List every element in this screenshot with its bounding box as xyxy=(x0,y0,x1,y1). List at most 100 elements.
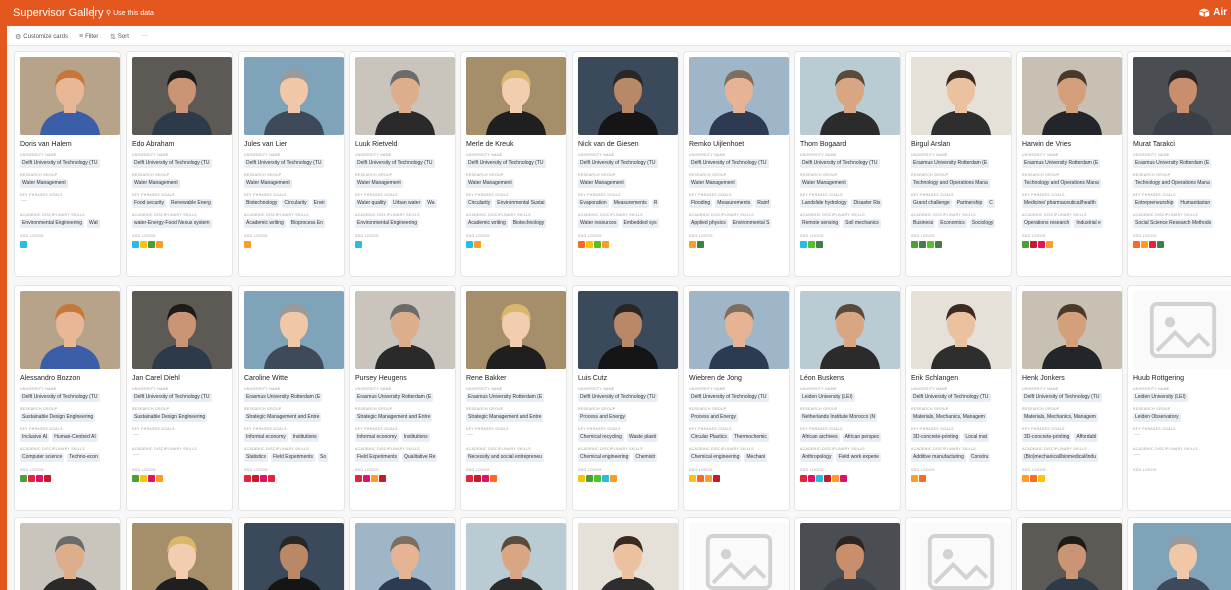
supervisor-card[interactable]: Pursey Heugens University name Erasmus Uni… xyxy=(350,286,455,510)
chip: Circularity xyxy=(466,199,493,208)
chip: Erasmus University Rotterdam (E xyxy=(911,159,990,168)
supervisor-card[interactable]: Erik Schlangen University name Delft Unive… xyxy=(906,286,1011,510)
supervisor-card[interactable]: Luis Cutz University name Delft University… xyxy=(573,286,678,510)
chip: Circularity xyxy=(282,199,309,208)
sort-button[interactable]: ⇅ Sort xyxy=(110,33,129,41)
chip: Leiden University (LEI) xyxy=(800,393,855,402)
chip: Computer science xyxy=(20,453,65,462)
skills-value: Environmental Engineering Wat xyxy=(20,219,118,228)
sdg-icon xyxy=(1022,475,1029,482)
supervisor-card[interactable]: Thom Bogaard University name Delft Univers… xyxy=(795,52,900,276)
supervisor-card[interactable]: Birgul Arslan University name Erasmus Univ… xyxy=(906,52,1011,276)
chip: Academic writing xyxy=(466,219,508,228)
skills-value: Computer science Techno-econ xyxy=(20,453,118,462)
supervisor-card[interactable]: Léon Buskens University name Leiden Univer… xyxy=(795,286,900,510)
sdg-icon xyxy=(578,475,585,482)
university-value: Erasmus University Rotterdam (E xyxy=(911,159,1009,168)
supervisor-card[interactable]: Jan Carel Diehl University name Delft Univ… xyxy=(127,286,232,510)
supervisor-card[interactable] xyxy=(1128,518,1231,590)
supervisor-name: Rene Bakker xyxy=(466,375,507,382)
chip: Urban water xyxy=(391,199,423,208)
profile-photo xyxy=(800,291,900,369)
key-phrases-value: Flooding Measurements Rainf xyxy=(689,199,787,208)
use-this-data-link[interactable]: ⚲ Use this data xyxy=(106,9,154,17)
person-portrait xyxy=(20,57,120,135)
chip: Rainf xyxy=(755,199,771,208)
supervisor-card[interactable]: Murat Tarakci University name Erasmus Univ… xyxy=(1128,52,1231,276)
skills-label: Academic disciplinary skills xyxy=(1133,447,1198,451)
supervisor-card[interactable] xyxy=(239,518,344,590)
supervisor-card[interactable] xyxy=(15,518,120,590)
supervisor-card[interactable]: Caroline Witte University name Erasmus Uni… xyxy=(239,286,344,510)
sdg-icon xyxy=(816,241,823,248)
sdg-logos xyxy=(578,241,609,248)
supervisor-card[interactable]: Henk Jonkers University name Delft Univers… xyxy=(1017,286,1122,510)
supervisor-card[interactable] xyxy=(684,518,789,590)
supervisor-card[interactable]: Huub Rottgering University name Leiden Uni… xyxy=(1128,286,1231,510)
supervisor-card[interactable] xyxy=(906,518,1011,590)
airtable-icon xyxy=(1199,8,1210,17)
research-group-value: Technology and Operations Mana xyxy=(911,179,1009,188)
person-portrait xyxy=(355,523,455,590)
supervisor-card[interactable] xyxy=(127,518,232,590)
supervisor-card[interactable]: Luuk Rietveld University name Delft Univer… xyxy=(350,52,455,276)
supervisor-card[interactable]: Jules van Lier University name Delft Unive… xyxy=(239,52,344,276)
research-group-value: Sustainable Design Engineering xyxy=(20,413,118,422)
key-phrases-value: Entrepreneurship Humanitarian xyxy=(1133,199,1231,208)
research-group-label: Research group xyxy=(689,407,727,411)
key-phrases-label: Key phrases goals xyxy=(1133,427,1176,431)
chip: Academic writing xyxy=(244,219,286,228)
customize-cards-button[interactable]: ⚙ Customize cards xyxy=(15,33,68,41)
supervisor-card[interactable] xyxy=(350,518,455,590)
chip: Circular Plastics xyxy=(689,433,729,442)
chip: Human-Centred AI xyxy=(52,433,98,442)
sdg-icon xyxy=(490,475,497,482)
sdg-icon xyxy=(1038,475,1045,482)
university-value: Delft University of Technology (TU xyxy=(689,159,787,168)
empty-value: — xyxy=(133,452,139,458)
research-group-value: Water Management xyxy=(800,179,898,188)
more-options-button[interactable]: ··· xyxy=(142,33,148,39)
supervisor-card[interactable]: Rene Bakker University name Erasmus Univer… xyxy=(461,286,566,510)
key-phrases-label: Key phrases goals xyxy=(466,193,509,197)
sdg-icon xyxy=(156,475,163,482)
profile-photo xyxy=(689,523,789,590)
supervisor-card[interactable] xyxy=(461,518,566,590)
supervisor-card[interactable]: Merle de Kreuk University name Delft Unive… xyxy=(461,52,566,276)
chip: Evaporation xyxy=(578,199,609,208)
sdg-label: SDG logos xyxy=(132,234,156,238)
supervisor-card[interactable]: Doris van Halem University name Delft Univ… xyxy=(15,52,120,276)
person-portrait xyxy=(578,57,678,135)
supervisor-card[interactable]: Remko Uijlenhoet University name Delft Uni… xyxy=(684,52,789,276)
sdg-logos xyxy=(132,475,163,482)
person-portrait xyxy=(1022,523,1122,590)
key-phrases-value: African archives African perspec xyxy=(800,433,898,442)
person-portrait xyxy=(689,57,789,135)
chip: Medicine/ pharmaceutical/health xyxy=(1022,199,1098,208)
filter-button[interactable]: ≡ Filter xyxy=(79,33,98,40)
supervisor-card[interactable] xyxy=(795,518,900,590)
sdg-icon xyxy=(148,475,155,482)
chip: Leiden University (LEI) xyxy=(1133,393,1188,402)
chip: Delft University of Technology (TU xyxy=(689,393,769,402)
supervisor-card[interactable]: Alessandro Bozzon University name Delft Un… xyxy=(15,286,120,510)
chip: Strategic Management and Entre xyxy=(244,413,322,422)
university-label: University name xyxy=(911,387,948,391)
supervisor-card[interactable]: Nick van de Giesen University name Delft U… xyxy=(573,52,678,276)
profile-photo xyxy=(244,291,344,369)
supervisor-card[interactable]: Edo Abraham University name Delft Universi… xyxy=(127,52,232,276)
app-title: Supervisor Gallery xyxy=(13,7,104,19)
person-portrait xyxy=(244,57,344,135)
airtable-logo[interactable]: Air xyxy=(1199,7,1227,18)
supervisor-card[interactable] xyxy=(1017,518,1122,590)
sdg-logos xyxy=(355,475,386,482)
supervisor-card[interactable] xyxy=(573,518,678,590)
sdg-logos xyxy=(20,241,27,248)
sdg-label: SDG logos xyxy=(466,468,490,472)
supervisor-card[interactable]: Harwin de Vries University name Erasmus Un… xyxy=(1017,52,1122,276)
supervisor-card[interactable]: Wiebren de Jong University name Delft Univ… xyxy=(684,286,789,510)
empty-value: — xyxy=(1134,432,1140,438)
customize-label: Customize cards xyxy=(23,34,68,40)
chip: Chemistr xyxy=(633,453,658,462)
chip: Water Management xyxy=(578,179,626,188)
